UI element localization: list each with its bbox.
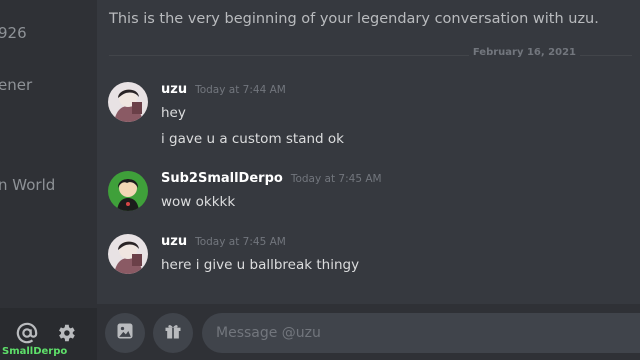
sidebar-item-2[interactable]: ener xyxy=(0,76,32,94)
message-timestamp: Today at 7:45 AM xyxy=(195,236,286,248)
avatar[interactable] xyxy=(108,234,148,274)
avatar[interactable] xyxy=(108,171,148,211)
author-name[interactable]: uzu xyxy=(161,82,187,97)
message-author[interactable]: uzu Today at 7:45 AM xyxy=(161,234,286,249)
sidebar-user-panel: SmallDerpo xyxy=(0,308,97,360)
gear-icon[interactable] xyxy=(55,322,77,344)
composer-bar xyxy=(97,304,640,360)
gift-button[interactable] xyxy=(153,313,193,353)
author-name[interactable]: Sub2SmallDerpo xyxy=(161,171,283,186)
image-icon xyxy=(115,321,135,345)
message-author[interactable]: Sub2SmallDerpo Today at 7:45 AM xyxy=(161,171,382,186)
date-divider-label: February 16, 2021 xyxy=(468,47,580,58)
sidebar-item-3[interactable]: n World xyxy=(0,176,55,194)
message-text: i gave u a custom stand ok xyxy=(161,131,344,147)
message-input-wrapper xyxy=(202,313,640,353)
author-name[interactable]: uzu xyxy=(161,234,187,249)
gift-icon xyxy=(163,321,183,345)
sidebar: 926 ener n World SmallDerpo xyxy=(0,0,97,360)
message-author[interactable]: uzu Today at 7:44 AM xyxy=(161,82,286,97)
at-icon[interactable] xyxy=(16,322,38,344)
conversation-intro: This is the very beginning of your legen… xyxy=(109,11,599,27)
message-timestamp: Today at 7:44 AM xyxy=(195,84,286,96)
message-timestamp: Today at 7:45 AM xyxy=(290,173,382,185)
avatar[interactable] xyxy=(108,82,148,122)
message-text: hey xyxy=(161,105,186,121)
sidebar-item-1[interactable]: 926 xyxy=(0,24,27,42)
upload-image-button[interactable] xyxy=(105,313,145,353)
message-text: wow okkkk xyxy=(161,194,236,210)
message-input[interactable] xyxy=(202,313,640,353)
message-text: here i give u ballbreak thingy xyxy=(161,257,360,273)
username-label: SmallDerpo xyxy=(2,346,68,357)
